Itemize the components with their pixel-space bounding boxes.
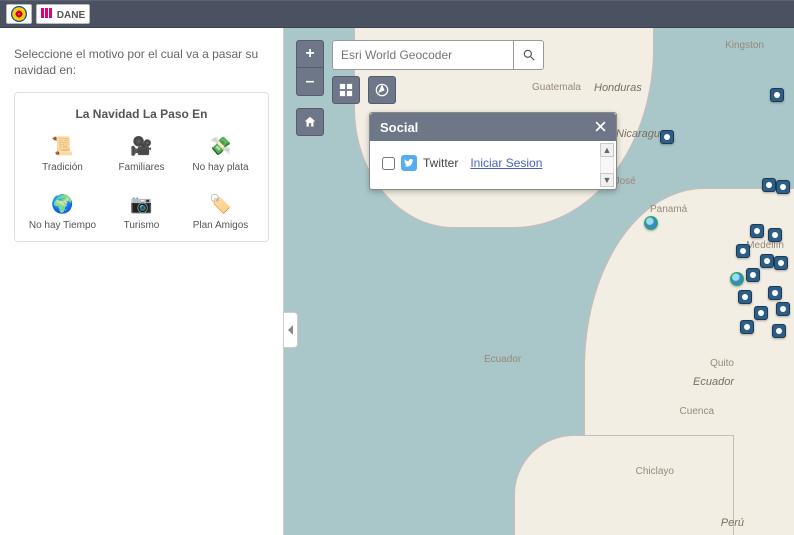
map-marker[interactable] xyxy=(772,324,786,338)
reason-card-title: La Navidad La Paso En xyxy=(25,107,258,121)
map[interactable]: Kingston Honduras Guatemala Nicaragua Sa… xyxy=(284,28,794,535)
basemap-button[interactable] xyxy=(332,76,360,104)
scroll-down-icon[interactable]: ▼ xyxy=(600,173,614,187)
label-chiclayo: Chiclayo xyxy=(636,466,674,477)
chevron-left-icon xyxy=(287,325,295,335)
map-marker[interactable] xyxy=(774,256,788,270)
twitter-checkbox[interactable] xyxy=(382,157,395,170)
option-nohayplata[interactable]: 💸 No hay plata xyxy=(183,135,258,173)
money-fly-icon: 💸 xyxy=(210,135,232,157)
label-nicaragua: Nicaragua xyxy=(616,128,666,140)
map-marker[interactable] xyxy=(730,272,744,286)
option-tradicion[interactable]: 📜 Tradición xyxy=(25,135,100,173)
map-marker[interactable] xyxy=(768,228,782,242)
reason-card: La Navidad La Paso En 📜 Tradición 🎥 Fami… xyxy=(14,92,269,242)
camera-roll-icon: 🎥 xyxy=(131,135,153,157)
social-tool-button[interactable] xyxy=(368,76,396,104)
map-marker[interactable] xyxy=(740,320,754,334)
sidebar-prompt: Seleccione el motivo por el cual va a pa… xyxy=(14,46,269,78)
option-nohaytiempo[interactable]: 🌍 No hay Tiempo xyxy=(25,193,100,231)
gov-logo xyxy=(6,4,32,24)
map-marker[interactable] xyxy=(762,178,776,192)
zoom-out-button[interactable]: – xyxy=(296,68,324,96)
twitter-icon xyxy=(401,155,417,171)
sidebar: Seleccione el motivo por el cual va a pa… xyxy=(0,28,284,535)
map-marker[interactable] xyxy=(644,216,658,230)
scroll-icon: 📜 xyxy=(52,135,74,157)
label-cuenca: Cuenca xyxy=(680,406,714,417)
label-ecuador-island: Ecuador xyxy=(484,354,521,365)
geocoder-search xyxy=(332,40,544,70)
home-icon xyxy=(303,115,317,129)
map-marker[interactable] xyxy=(776,180,790,194)
map-marker[interactable] xyxy=(750,224,764,238)
label-quito: Quito xyxy=(710,358,734,369)
label-peru: Perú xyxy=(721,517,744,529)
map-marker[interactable] xyxy=(776,302,790,316)
dane-logo: DANE xyxy=(36,4,90,24)
dane-logo-text: DANE xyxy=(57,10,85,21)
option-planamigos[interactable]: 🏷️ Plan Amigos xyxy=(183,193,258,231)
label-honduras: Honduras xyxy=(594,82,642,94)
close-button[interactable] xyxy=(595,119,606,135)
label-ecuador: Ecuador xyxy=(693,376,734,388)
label-kingston: Kingston xyxy=(725,40,764,51)
colombia-shield-icon xyxy=(11,6,27,22)
option-familiares[interactable]: 🎥 Familiares xyxy=(104,135,179,173)
grid-icon xyxy=(339,83,353,97)
camera-icon: 📷 xyxy=(131,193,153,215)
map-marker[interactable] xyxy=(770,88,784,102)
zoom-in-button[interactable]: + xyxy=(296,40,324,68)
map-marker[interactable] xyxy=(660,130,674,144)
map-marker[interactable] xyxy=(738,290,752,304)
globe-icon: 🌍 xyxy=(52,193,74,215)
scroll-up-icon[interactable]: ▲ xyxy=(600,143,614,157)
search-icon xyxy=(522,48,536,62)
twitter-login-link[interactable]: Iniciar Sesion xyxy=(470,156,542,170)
collapse-sidebar-button[interactable] xyxy=(284,312,298,348)
map-marker[interactable] xyxy=(736,244,750,258)
close-icon xyxy=(595,121,606,132)
map-marker[interactable] xyxy=(768,286,782,300)
label-guatemala: Guatemala xyxy=(532,82,581,93)
social-panel: Social Twitter Iniciar Sesion ▲ ▼ xyxy=(369,112,617,190)
map-marker[interactable] xyxy=(760,254,774,268)
top-bar: DANE xyxy=(0,0,794,28)
twitter-label: Twitter xyxy=(423,156,458,170)
compass-icon xyxy=(375,83,389,97)
social-title: Social xyxy=(380,120,418,135)
map-marker[interactable] xyxy=(746,268,760,282)
panel-scrollbar[interactable]: ▲ ▼ xyxy=(600,143,614,187)
search-button[interactable] xyxy=(514,40,544,70)
label-panama: Panamá xyxy=(650,204,687,215)
map-background xyxy=(284,28,794,535)
map-marker[interactable] xyxy=(754,306,768,320)
home-button[interactable] xyxy=(296,108,324,136)
tag-icon: 🏷️ xyxy=(210,193,232,215)
search-input[interactable] xyxy=(332,40,514,70)
option-turismo[interactable]: 📷 Turismo xyxy=(104,193,179,231)
